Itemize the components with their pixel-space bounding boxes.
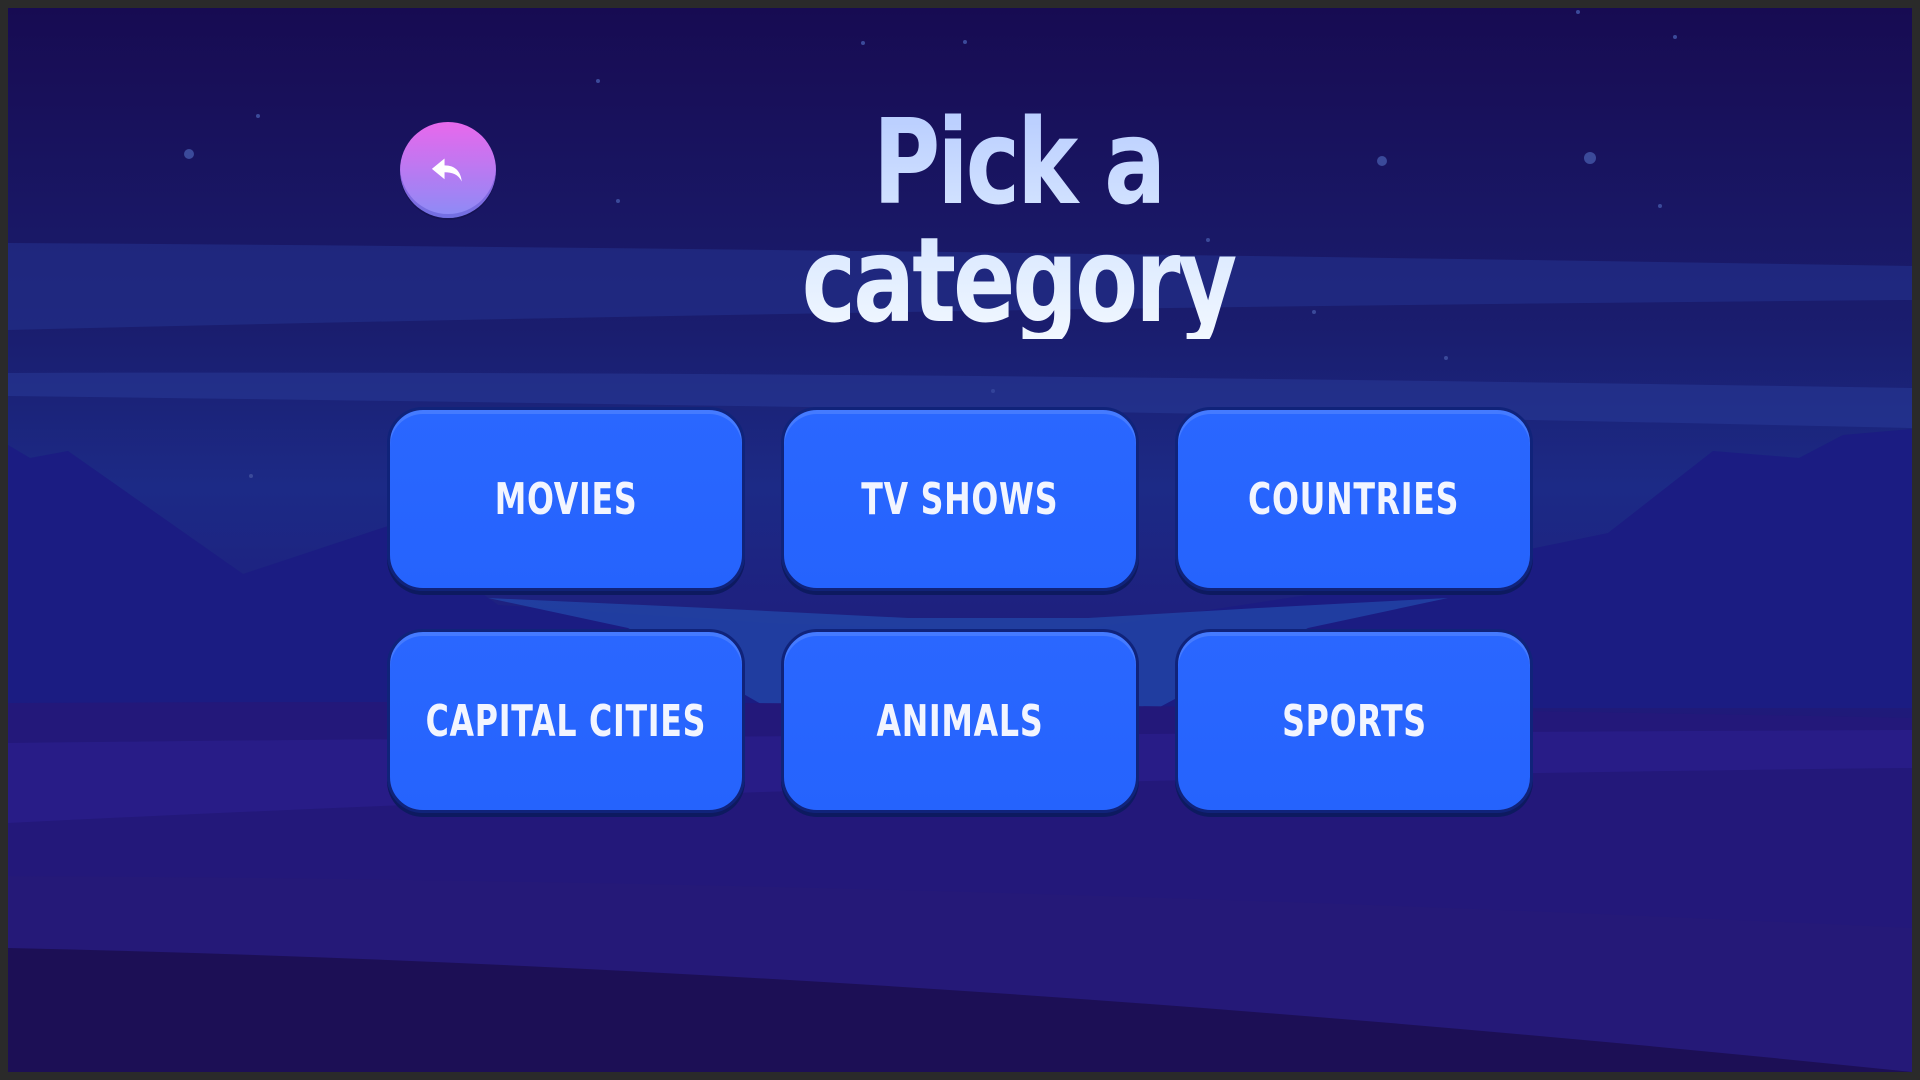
category-label: MOVIES — [494, 473, 638, 525]
category-button-sports[interactable]: SPORTS — [1175, 629, 1533, 813]
category-label: SPORTS — [1281, 695, 1427, 747]
category-label: CAPITAL CITIES — [425, 695, 707, 747]
category-button-capital-cities[interactable]: CAPITAL CITIES — [387, 629, 745, 813]
category-grid: MOVIES TV SHOWS COUNTRIES CAPITAL CITIES… — [387, 407, 1537, 813]
category-label: TV SHOWS — [861, 473, 1059, 525]
back-arrow-icon — [431, 158, 462, 182]
category-label: COUNTRIES — [1248, 473, 1460, 525]
category-button-tv-shows[interactable]: TV SHOWS — [781, 407, 1139, 591]
category-button-movies[interactable]: MOVIES — [387, 407, 745, 591]
category-label: ANIMALS — [876, 695, 1044, 747]
back-button[interactable] — [400, 122, 496, 218]
category-button-animals[interactable]: ANIMALS — [781, 629, 1139, 813]
game-screen: Pick a category MOVIES TV SHOWS COUNTRIE… — [8, 8, 1912, 1072]
page-title: Pick a category — [667, 103, 1369, 339]
star — [1584, 152, 1596, 164]
star — [1377, 156, 1387, 166]
star — [184, 149, 194, 159]
category-button-countries[interactable]: COUNTRIES — [1175, 407, 1533, 591]
